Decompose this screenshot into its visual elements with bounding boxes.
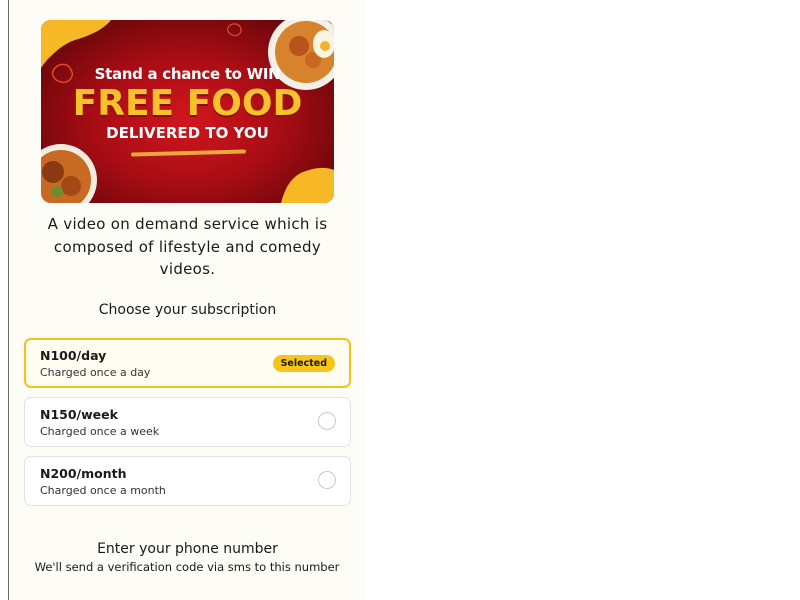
subscription-heading: Choose your subscription xyxy=(98,302,277,318)
plan-billing-note: Charged once a day xyxy=(40,366,151,379)
promo-banner: Stand a chance to WIN FREE FOOD DELIVERE… xyxy=(41,20,334,203)
banner-headline-main: FREE FOOD xyxy=(72,83,303,124)
radio-button[interactable] xyxy=(318,471,336,489)
plan-price: N100/day xyxy=(40,348,107,363)
phone-number-helper-text: We'll send a verification code via sms t… xyxy=(34,560,340,574)
plan-price: N200/month xyxy=(40,466,127,481)
plan-billing-note: Charged once a week xyxy=(40,425,160,438)
service-description: A video on demand service which is compo… xyxy=(47,215,328,278)
phone-number-heading: Enter your phone number xyxy=(97,541,278,557)
banner-headline-bottom: DELIVERED TO YOU xyxy=(106,124,269,142)
selected-badge: Selected xyxy=(272,355,335,372)
plan-option-daily[interactable]: N100/day Charged once a day Selected xyxy=(24,338,351,388)
radio-button[interactable] xyxy=(318,412,336,430)
plan-price: N150/week xyxy=(40,407,118,422)
plan-option-monthly[interactable]: N200/month Charged once a month xyxy=(24,456,351,506)
banner-headline-top: Stand a chance to WIN xyxy=(94,65,281,83)
plan-option-weekly[interactable]: N150/week Charged once a week xyxy=(24,397,351,447)
plan-billing-note: Charged once a month xyxy=(40,484,166,497)
